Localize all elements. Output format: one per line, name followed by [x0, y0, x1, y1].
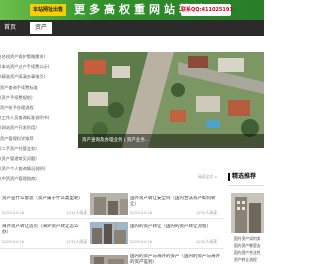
building-photo [90, 193, 128, 215]
left-list-item[interactable]: (精准资产高清办事指引) [0, 72, 76, 82]
nav-active-tab[interactable]: 资产 [30, 22, 52, 34]
left-list-item[interactable]: 资产管理科学推荐 [0, 134, 76, 144]
article-date: 2023-04-16 [2, 239, 25, 244]
article-thumbnail[interactable] [90, 252, 128, 264]
main-nav: 首页 资产 [0, 20, 264, 36]
left-list-item[interactable]: (网站资产开发利用) [0, 123, 76, 133]
banner-contact[interactable]: 联系QQ:411025193 [181, 4, 233, 16]
article-date: 2023-04-16 [2, 210, 25, 215]
nav-home-link[interactable]: 首页 [0, 20, 20, 36]
article-date: 2023-04-16 [130, 239, 153, 244]
left-list-item[interactable]: (中资资产管理指南) [0, 174, 76, 184]
tower-photo [231, 193, 264, 233]
article-title[interactable]: 国内的资产转让（国内的资产转让流程） [130, 224, 220, 230]
divider [0, 248, 224, 249]
sidebar-accent-bar [228, 173, 230, 181]
sidebar-item[interactable]: 资产转让流程 [234, 257, 257, 263]
left-list-item[interactable]: (资产手续费规划) [0, 93, 76, 103]
sidebar-title: 精选推荐 [232, 173, 257, 180]
hero-caption[interactable]: 资产查询及办理业务 | 资产业务... [78, 134, 264, 148]
sidebar-thumbnail[interactable] [231, 193, 264, 233]
article-title[interactable]: 资产是什么意思（资产属于什么类型呢） [2, 196, 82, 202]
left-list-item[interactable]: (二手资产托管业务) [0, 144, 76, 154]
sidebar-item[interactable]: 国内资产合法性 [234, 250, 261, 256]
article-read-count: 1232人阅读 [66, 239, 88, 244]
sidebar-header: 精选推荐 [228, 172, 264, 182]
hero-image[interactable]: 资产查询及办理业务 | 资产业务... [78, 52, 264, 148]
article-title[interactable]: 海外资产转让首页（海外资产转让怎么办） [2, 224, 82, 236]
article-date: 2023-04-16 [130, 210, 153, 215]
building-photo [90, 255, 128, 264]
article-read-count: 1232人阅读 [196, 239, 218, 244]
article-thumbnail[interactable] [90, 193, 128, 215]
article-thumbnail[interactable] [90, 222, 128, 244]
left-list-item[interactable]: (工作人员查询标准说明书) [0, 113, 76, 123]
article-title[interactable]: 国外资产转让安全吗（国内合法资产如何转让） [130, 196, 220, 208]
read-more-link[interactable]: 阅读全文 > [198, 174, 218, 180]
sidebar-item[interactable]: 国外资产如何卖 [234, 236, 261, 242]
article-read-count: 1232人阅读 [66, 210, 88, 215]
left-list-item[interactable]: (名校资产保护策略需求) [0, 52, 76, 62]
left-list-item[interactable]: 资产查询手续费标准 [0, 83, 76, 93]
article-item[interactable]: 国内的资产与海外的资产（国内的资产与海外的资产差别） [130, 254, 220, 264]
top-banner-ad[interactable]: 本站网址出售 更多高权重网站转让 联系QQ:411025193 [0, 0, 264, 20]
left-list-item[interactable]: (资产管理常见问题) [0, 154, 76, 164]
sidebar-item[interactable]: 国内资产哪里去 [234, 243, 261, 249]
construction-photo [90, 222, 128, 244]
left-link-list: (名校资产保护策略需求) (本站资产过户手续费公示) (精准资产高清办事指引) … [0, 52, 76, 184]
left-list-item[interactable]: (资产个人查询情况说明) [0, 164, 76, 174]
sidebar-divider [228, 185, 264, 186]
article-title[interactable]: 国内的资产与海外的资产（国内的资产与海外的资产差别） [130, 254, 220, 264]
page: 本站网址出售 更多高权重网站转让 联系QQ:411025193 首页 资产 (名… [0, 0, 264, 264]
article-read-count: 1232人阅读 [196, 210, 218, 215]
divider [0, 218, 224, 219]
left-list-item[interactable]: 资产给予办理流程 [0, 103, 76, 113]
left-list-item[interactable]: (本站资产过户手续费公示) [0, 62, 76, 72]
banner-badge: 本站网址出售 [30, 4, 67, 16]
